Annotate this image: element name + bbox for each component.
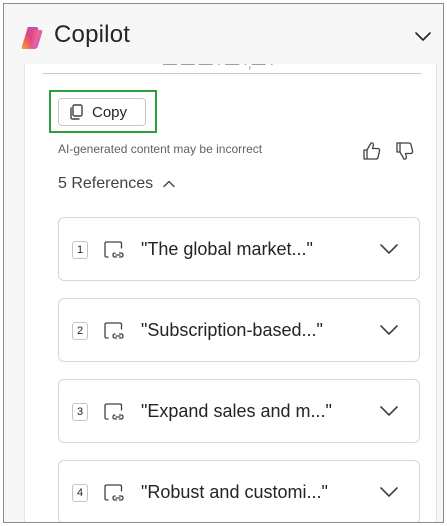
reference-snippet: "Subscription-based..." bbox=[141, 320, 323, 340]
reference-snippet: "Robust and customi..." bbox=[141, 482, 328, 502]
reference-snippet: "Expand sales and m..." bbox=[141, 401, 332, 421]
chevron-down-icon[interactable] bbox=[379, 242, 399, 256]
reference-number: 2 bbox=[72, 322, 88, 340]
copy-button[interactable]: Copy bbox=[58, 98, 146, 126]
linked-document-icon bbox=[104, 240, 126, 260]
copy-button-label: Copy bbox=[92, 103, 128, 121]
previous-message-edge: — — — · — ·,— · bbox=[43, 64, 421, 74]
reference-number: 1 bbox=[72, 241, 88, 259]
chevron-down-icon[interactable] bbox=[379, 485, 399, 499]
chevron-down-icon[interactable] bbox=[379, 323, 399, 337]
ai-disclaimer: AI-generated content may be incorrect bbox=[58, 142, 263, 156]
reference-card-1[interactable]: 1 "The global market..." bbox=[58, 217, 420, 281]
reference-number: 4 bbox=[72, 484, 88, 502]
references-toggle[interactable]: 5 References bbox=[58, 175, 176, 193]
references-count-label: 5 References bbox=[58, 175, 154, 192]
copilot-header: Copilot bbox=[4, 4, 443, 64]
chevron-up-icon bbox=[163, 180, 175, 188]
linked-document-icon bbox=[104, 402, 126, 422]
reference-card-2[interactable]: 2 "Subscription-based..." bbox=[58, 298, 420, 362]
reference-card-3[interactable]: 3 "Expand sales and m..." bbox=[58, 379, 420, 443]
cutoff-message-text: — — — · — ·,— · bbox=[163, 64, 274, 71]
reference-card-4[interactable]: 4 "Robust and customi..." bbox=[58, 460, 420, 522]
copy-icon bbox=[70, 104, 83, 120]
chevron-down-icon[interactable] bbox=[413, 28, 433, 44]
app-title: Copilot bbox=[54, 21, 131, 48]
linked-document-icon bbox=[104, 321, 126, 341]
thumb-down-icon[interactable] bbox=[394, 140, 416, 162]
copilot-logo-icon bbox=[19, 25, 45, 51]
response-pane: — — — · — ·,— · Copy AI-generated conten… bbox=[24, 64, 437, 522]
reference-number: 3 bbox=[72, 403, 88, 421]
reference-snippet: "The global market..." bbox=[141, 239, 313, 259]
linked-document-icon bbox=[104, 483, 126, 503]
copy-highlight-box: Copy bbox=[49, 90, 157, 133]
thumb-up-icon[interactable] bbox=[361, 140, 383, 162]
chevron-down-icon[interactable] bbox=[379, 404, 399, 418]
copilot-window: Copilot — — — · — ·,— · Copy AI-generate… bbox=[3, 3, 444, 523]
